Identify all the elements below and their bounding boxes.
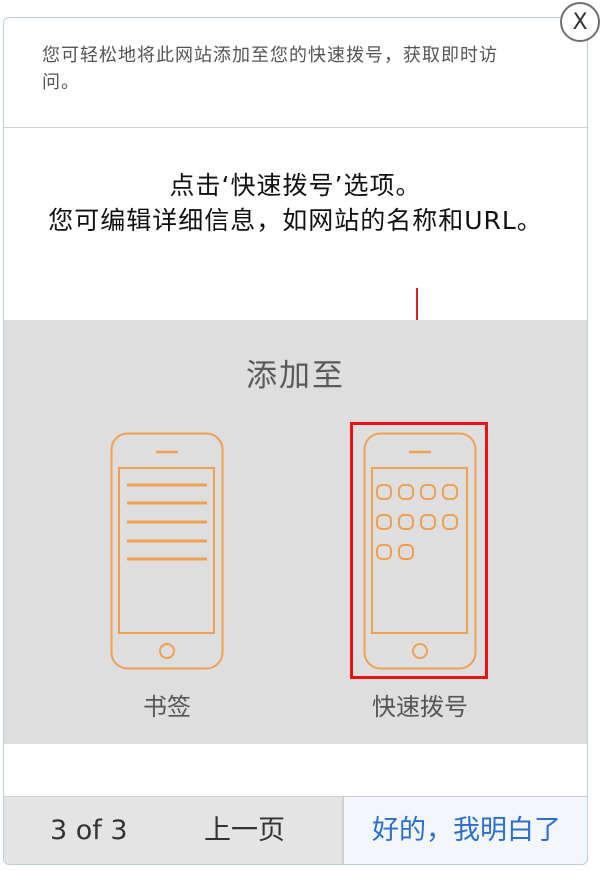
illustration-panel: 添加至 书签 快速拨号 — [4, 320, 587, 744]
dialog-header: 您可轻松地将此网站添加至您的快速拨号，获取即时访问。 — [4, 18, 587, 128]
instruction-text: 点击‘快速拨号’选项。 您可编辑详细信息，如网站的名称和URL。 — [4, 168, 587, 238]
instruction-line-2: 您可编辑详细信息，如网站的名称和URL。 — [48, 206, 543, 235]
ok-got-it-button[interactable]: 好的，我明白了 — [344, 797, 587, 864]
speed-dial-tutorial-dialog: 您可轻松地将此网站添加至您的快速拨号，获取即时访问。 点击‘快速拨号’选项。 您… — [3, 17, 588, 865]
page-indicator: 3 of 3 — [50, 815, 128, 846]
close-button[interactable]: X — [560, 2, 600, 42]
dialog-footer: 3 of 3 上一页 好的，我明白了 — [4, 796, 587, 864]
instruction-line-1: 点击‘快速拨号’选项。 — [169, 171, 422, 200]
bookmark-label: 书签 — [143, 693, 191, 721]
header-description: 您可轻松地将此网站添加至您的快速拨号，获取即时访问。 — [42, 45, 498, 93]
speed-dial-label: 快速拨号 — [372, 693, 468, 721]
illustration-title: 添加至 — [246, 358, 345, 394]
bookmark-phone-icon — [110, 432, 224, 670]
previous-page-button[interactable]: 上一页 — [204, 797, 285, 864]
speed-dial-highlight-box[interactable] — [350, 422, 488, 679]
